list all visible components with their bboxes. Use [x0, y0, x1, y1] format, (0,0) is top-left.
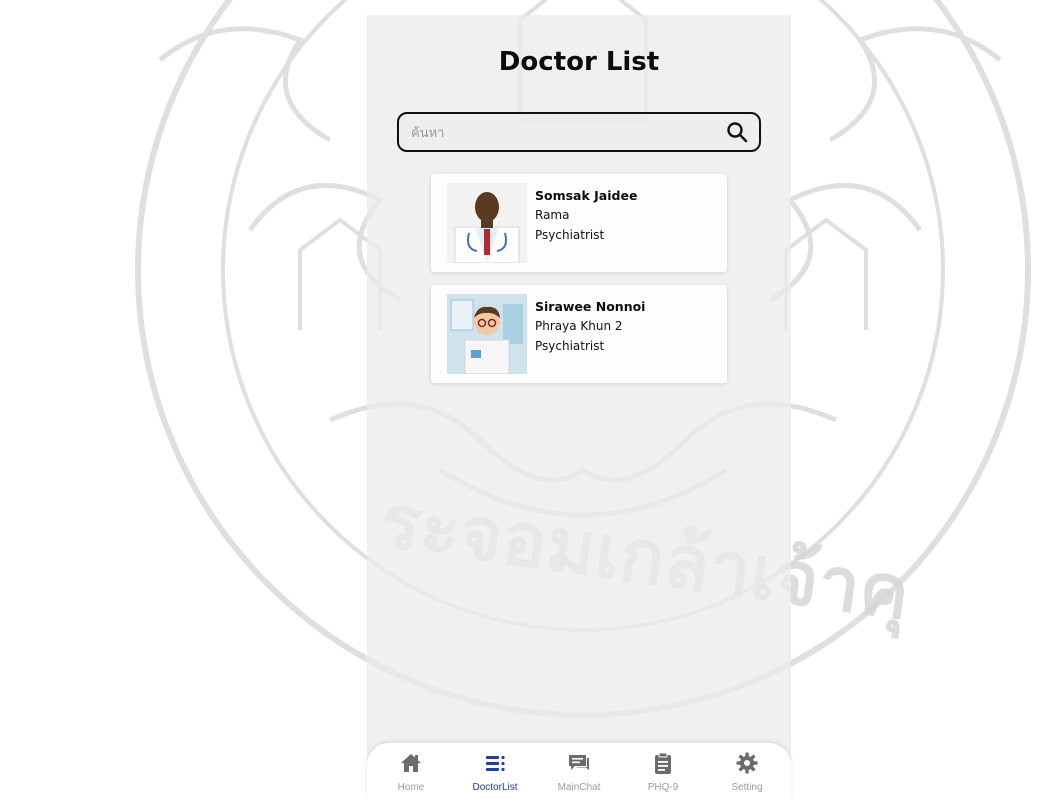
doctor-card[interactable]: Somsak Jaidee Rama Psychiatrist	[431, 174, 727, 272]
tab-doctorlist[interactable]: DoctorList	[453, 743, 537, 799]
search-input[interactable]	[411, 123, 711, 143]
clipboard-icon	[655, 752, 671, 774]
doctor-specialty: Psychiatrist	[535, 228, 605, 242]
list-icon	[486, 755, 505, 772]
tab-home[interactable]: Home	[369, 743, 453, 799]
home-icon	[401, 754, 421, 772]
search-icon[interactable]	[725, 120, 749, 144]
search-bar[interactable]	[397, 112, 761, 152]
doctor-photo	[447, 183, 527, 263]
bottom-tab-bar: Home DoctorList MainChat PHQ-9 Setting	[367, 743, 791, 799]
page-title: Doctor List	[498, 47, 660, 77]
tab-label: DoctorList	[472, 782, 518, 793]
doctor-specialty: Psychiatrist	[535, 339, 605, 353]
doctor-hospital: Rama	[535, 208, 570, 222]
tab-mainchat[interactable]: MainChat	[537, 743, 621, 799]
doctor-name: Somsak Jaidee	[535, 188, 638, 203]
chat-icon	[569, 755, 589, 770]
tab-label: MainChat	[557, 782, 601, 793]
doctor-avatar-icon	[447, 294, 527, 374]
app-screen: Doctor List Somsak Jaidee Rama Psychia	[367, 15, 791, 799]
tab-setting[interactable]: Setting	[705, 743, 789, 799]
gear-icon	[736, 752, 758, 774]
tab-label: PHQ-9	[647, 782, 679, 793]
doctor-photo	[447, 294, 527, 374]
doctor-avatar-icon	[447, 183, 527, 263]
doctor-card[interactable]: Sirawee Nonnoi Phraya Khun 2 Psychiatris…	[431, 285, 727, 383]
tab-phq9[interactable]: PHQ-9	[621, 743, 705, 799]
tab-label: Setting	[731, 782, 763, 793]
tab-label: Home	[397, 782, 425, 793]
doctor-name: Sirawee Nonnoi	[535, 299, 646, 314]
doctor-hospital: Phraya Khun 2	[535, 319, 623, 333]
